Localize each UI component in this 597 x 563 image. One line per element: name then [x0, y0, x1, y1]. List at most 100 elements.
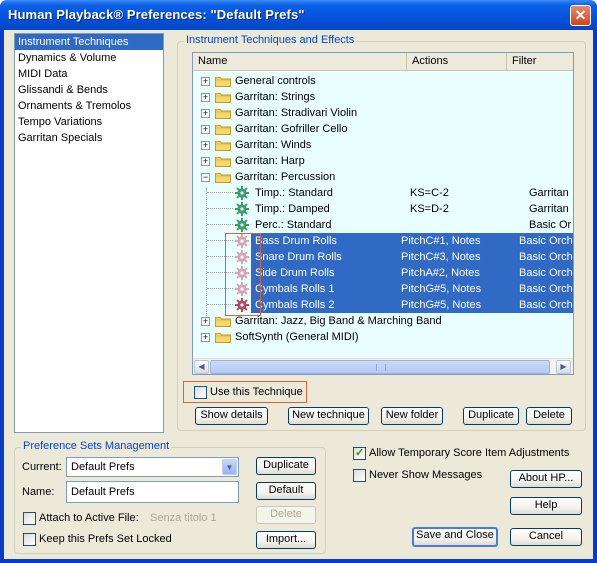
- tree-folder-row[interactable]: + Garritan: Stradivari Violin: [193, 105, 573, 121]
- collapse-icon[interactable]: −: [201, 173, 210, 182]
- tree-row-label: Garritan: Jazz, Big Band & Marching Band: [235, 315, 442, 327]
- tree-folder-row[interactable]: + Garritan: Strings: [193, 89, 573, 105]
- expand-icon[interactable]: +: [201, 93, 210, 102]
- attach-file-checkbox[interactable]: [23, 512, 36, 525]
- title-bar[interactable]: Human Playback® Preferences: "Default Pr…: [0, 0, 597, 30]
- import-button[interactable]: Import...: [256, 531, 316, 549]
- expand-icon[interactable]: +: [201, 157, 210, 166]
- use-technique-checkbox[interactable]: [194, 386, 207, 399]
- tree-row-label: Garritan: Winds: [235, 139, 312, 151]
- dialog-body: Instrument Techniques Dynamics & Volume …: [4, 30, 593, 559]
- close-button[interactable]: ✕: [570, 5, 591, 26]
- tree-row-filter: Basic Orch: [519, 267, 573, 279]
- column-header-actions[interactable]: Actions: [407, 53, 507, 70]
- allow-temp-adjustments-checkbox[interactable]: [353, 446, 366, 460]
- expand-icon[interactable]: +: [201, 317, 210, 326]
- tree-row-label: Garritan: Percussion: [235, 171, 336, 183]
- delete-technique-button[interactable]: Delete: [526, 407, 572, 425]
- tree-folder-row[interactable]: + SoftSynth (General MIDI): [193, 329, 573, 345]
- tree-row-actions: KS=D-2: [410, 203, 449, 215]
- never-show-messages-checkbox[interactable]: [353, 469, 366, 482]
- category-item-ornaments-tremolos[interactable]: Ornaments & Tremolos: [15, 98, 163, 114]
- green-gear-icon: [235, 202, 249, 216]
- category-item-midi-data[interactable]: MIDI Data: [15, 66, 163, 82]
- tree-header: Name Actions Filter: [193, 53, 573, 71]
- folder-icon: [215, 333, 231, 343]
- show-details-button[interactable]: Show details: [195, 407, 268, 425]
- duplicate-technique-button[interactable]: Duplicate: [463, 407, 519, 425]
- green-gear-icon: [235, 218, 249, 232]
- tree-row-label: Cymbals Rolls 1: [255, 283, 335, 295]
- tree-connector: [207, 192, 233, 193]
- column-header-name[interactable]: Name: [193, 53, 407, 70]
- category-item-glissandi-bends[interactable]: Glissandi & Bends: [15, 82, 163, 98]
- default-button[interactable]: Default: [256, 482, 316, 500]
- tree-connector: [207, 224, 233, 225]
- folder-icon: [215, 141, 231, 151]
- horizontal-scrollbar[interactable]: ◀ ▶: [193, 358, 573, 374]
- column-header-filter[interactable]: Filter: [507, 53, 573, 70]
- chevron-down-icon[interactable]: ▼: [222, 459, 237, 475]
- category-item-dynamics-volume[interactable]: Dynamics & Volume: [15, 50, 163, 66]
- category-item-instrument-techniques[interactable]: Instrument Techniques: [15, 34, 163, 50]
- expand-icon[interactable]: +: [201, 109, 210, 118]
- help-button[interactable]: Help: [510, 497, 582, 515]
- tree-row-label: General controls: [235, 75, 316, 87]
- folder-icon: [215, 125, 231, 135]
- preferences-window: Human Playback® Preferences: "Default Pr…: [0, 0, 597, 563]
- category-item-garritan-specials[interactable]: Garritan Specials: [15, 130, 163, 146]
- tree-row-label: Cymbals Rolls 2: [255, 299, 335, 311]
- folder-icon: [215, 109, 231, 119]
- prefsets-group-label: Preference Sets Management: [21, 440, 172, 452]
- prefset-name-input[interactable]: Default Prefs: [66, 481, 239, 503]
- expand-icon[interactable]: +: [201, 333, 210, 342]
- category-item-tempo-variations[interactable]: Tempo Variations: [15, 114, 163, 130]
- duplicate-prefset-button[interactable]: Duplicate: [256, 457, 316, 475]
- expand-icon[interactable]: +: [201, 141, 210, 150]
- cancel-button[interactable]: Cancel: [510, 528, 582, 546]
- tree-row-actions: PitchC#1, Notes: [401, 235, 481, 247]
- folder-icon: [215, 173, 231, 183]
- tree-row-actions: KS=C-2: [410, 187, 449, 199]
- tree-folder-row[interactable]: + Garritan: Winds: [193, 137, 573, 153]
- category-list[interactable]: Instrument Techniques Dynamics & Volume …: [14, 33, 164, 433]
- scroll-thumb[interactable]: [210, 360, 550, 374]
- attach-file-label: Attach to Active File:: [39, 512, 139, 524]
- current-prefset-select[interactable]: Default Prefs ▼: [66, 457, 239, 477]
- tree-row-label: Garritan: Gofriller Cello: [235, 123, 348, 135]
- new-folder-button[interactable]: New folder: [381, 407, 443, 425]
- use-technique-label: Use this Technique: [210, 386, 303, 398]
- save-and-close-button[interactable]: Save and Close: [412, 527, 498, 547]
- scroll-right-button[interactable]: ▶: [556, 360, 571, 374]
- keep-locked-checkbox[interactable]: [23, 533, 36, 546]
- tree-row-label: Garritan: Stradivari Violin: [235, 107, 358, 119]
- tree-folder-row[interactable]: + General controls: [193, 73, 573, 89]
- tree-guide-line: [206, 188, 207, 316]
- tree-row-label: SoftSynth (General MIDI): [235, 331, 359, 343]
- tree-item-row[interactable]: KS=D-2 Garritan Timp.: Damped: [193, 201, 573, 217]
- scroll-left-button[interactable]: ◀: [194, 360, 209, 374]
- tree-item-row[interactable]: KS=C-2 Garritan Timp.: Standard: [193, 185, 573, 201]
- tree-folder-row[interactable]: + Garritan: Gofriller Cello: [193, 121, 573, 137]
- tree-folder-row[interactable]: + Garritan: Harp: [193, 153, 573, 169]
- techniques-tree[interactable]: Name Actions Filter + General controls + Ga…: [192, 52, 574, 375]
- tree-row-label: Snare Drum Rolls: [255, 251, 342, 263]
- tree-row-filter: Garritan: [529, 187, 569, 199]
- tree-folder-row[interactable]: − Garritan: Percussion: [193, 169, 573, 185]
- keep-locked-label: Keep this Prefs Set Locked: [39, 533, 172, 545]
- tree-row-filter: Basic Or: [529, 219, 572, 231]
- name-label: Name:: [22, 486, 55, 498]
- about-hp-button[interactable]: About HP...: [510, 470, 582, 488]
- delete-prefset-button[interactable]: Delete: [256, 506, 316, 524]
- tree-row-label: Perc.: Standard: [255, 219, 332, 231]
- window-title: Human Playback® Preferences: "Default Pr…: [8, 7, 305, 22]
- expand-icon[interactable]: +: [201, 77, 210, 86]
- tree-row-actions: PitchC#3, Notes: [401, 251, 481, 263]
- expand-icon[interactable]: +: [201, 125, 210, 134]
- new-technique-button[interactable]: New technique: [288, 407, 369, 425]
- tree-row-label: Bass Drum Rolls: [255, 235, 337, 247]
- tree-connector: [207, 208, 233, 209]
- folder-icon: [215, 77, 231, 87]
- tree-item-row[interactable]: Basic Or Perc.: Standard: [193, 217, 573, 233]
- never-show-messages-label: Never Show Messages: [369, 469, 483, 481]
